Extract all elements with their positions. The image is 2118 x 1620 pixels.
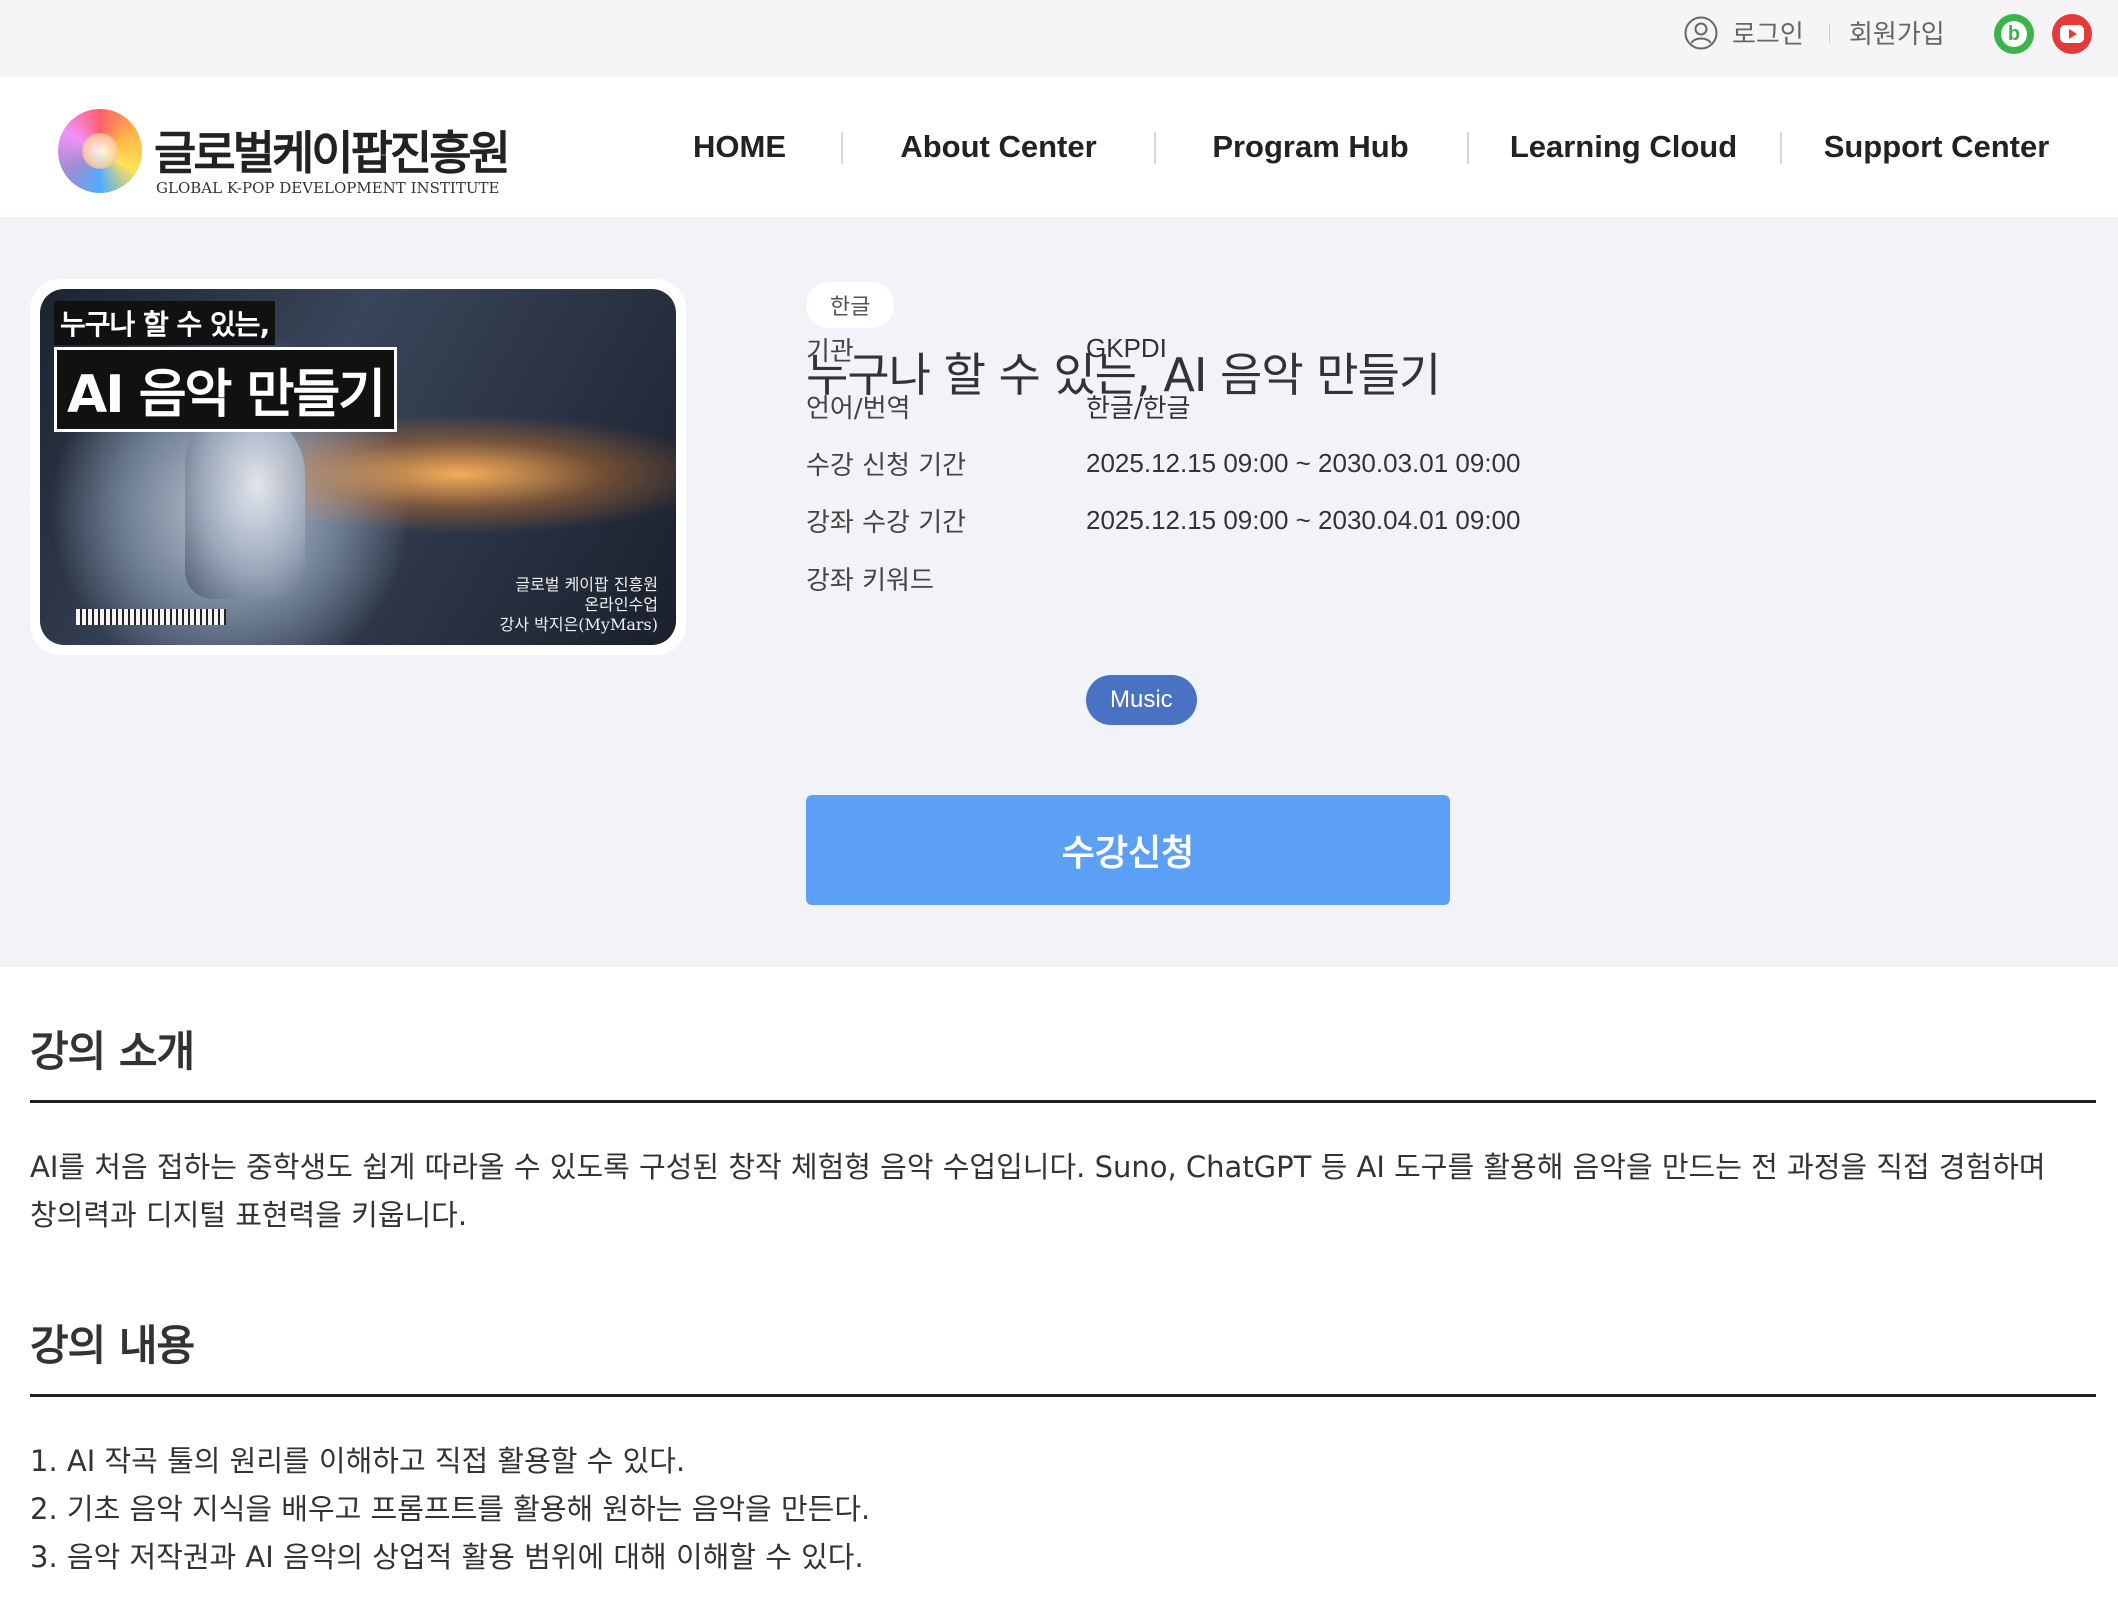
nav-learning-cloud[interactable]: Learning Cloud [1467,77,1780,217]
course-hero: 누구나 할 수 있는, AI 음악 만들기 글로벌 케이팝 진흥원 온라인수업 … [0,217,2118,967]
nav-support-center[interactable]: Support Center [1780,77,2093,217]
user-icon [1684,16,1718,49]
nav-program-hub[interactable]: Program Hub [1154,77,1467,217]
youtube-icon [2060,25,2084,43]
thumbnail-credit-line: 글로벌 케이팝 진흥원 [515,575,658,594]
signup-link[interactable]: 회원가입 [1849,0,1945,65]
content-list-item: 1. AI 작곡 툴의 원리를 이해하고 직접 활용할 수 있다. [30,1444,686,1478]
logo-mark-icon [58,109,142,193]
content-list-item: 3. 음악 저작권과 AI 음악의 상업적 활용 범위에 대해 이해할 수 있다… [30,1540,864,1574]
language-badge: 한글 [806,282,895,328]
thumbnail-piano [76,609,226,625]
info-value-enroll-period: 2025.12.15 09:00 ~ 2030.03.01 09:00 [1086,448,1521,478]
content-list-item: 2. 기초 음악 지식을 배우고 프롬프트를 활용해 원하는 음악을 만든다. [30,1492,871,1526]
thumbnail-figure [185,409,305,599]
signup-label: 회원가입 [1849,20,1945,50]
thumbnail-credit: 글로벌 케이팝 진흥원 온라인수업 강사 박지은(MyMars) [500,575,658,635]
login-label: 로그인 [1732,20,1804,50]
info-label-institution: 기관 [806,337,854,367]
course-thumbnail-card: 누구나 할 수 있는, AI 음악 만들기 글로벌 케이팝 진흥원 온라인수업 … [30,279,686,655]
thumbnail-title-line1: 누구나 할 수 있는, [54,301,276,345]
site-logo[interactable]: 글로벌케이팝진흥원 GLOBAL K-POP DEVELOPMENT INSTI… [58,95,511,199]
logo-text-en: GLOBAL K-POP DEVELOPMENT INSTITUTE [156,179,500,197]
section-divider [30,1394,2096,1397]
keyword-chip-music[interactable]: Music [1086,675,1197,725]
main-header: 글로벌케이팝진흥원 GLOBAL K-POP DEVELOPMENT INSTI… [0,77,2118,217]
section-body-content: 1. AI 작곡 툴의 원리를 이해하고 직접 활용할 수 있다. 2. 기초 … [30,1437,2096,1581]
section-body-intro: AI를 처음 접하는 중학생도 쉽게 따라올 수 있도록 구성된 창작 체험형 … [30,1143,2096,1239]
thumbnail-credit-line: 강사 박지은(MyMars) [499,615,658,634]
course-thumbnail: 누구나 할 수 있는, AI 음악 만들기 글로벌 케이팝 진흥원 온라인수업 … [40,289,676,645]
info-value-study-period: 2025.12.15 09:00 ~ 2030.04.01 09:00 [1086,505,1521,535]
info-value-language: 한글/한글 [1086,394,1191,424]
section-heading-intro: 강의 소개 [30,1027,195,1076]
blog-icon: b [2001,21,2027,47]
blog-link[interactable]: b [1994,14,2034,54]
youtube-link[interactable] [2052,14,2092,54]
login-link[interactable]: 로그인 [1684,0,1804,65]
nav-about-center[interactable]: About Center [842,77,1155,217]
apply-button[interactable]: 수강신청 [806,795,1450,905]
info-label-enroll-period: 수강 신청 기간 [806,451,967,481]
info-label-language: 언어/번역 [806,394,911,424]
logo-text-ko: 글로벌케이팝진흥원 [154,126,511,180]
utility-bar: 로그인 회원가입 b [0,0,2118,77]
section-heading-content: 강의 내용 [30,1321,195,1370]
thumbnail-title-line2: AI 음악 만들기 [54,347,397,432]
info-value-institution: GKPDI [1086,333,1167,363]
info-label-keyword: 강좌 키워드 [806,566,934,596]
utility-divider [1829,23,1830,43]
main-nav: HOME About Center Program Hub Learning C… [583,77,2118,217]
intro-text-line: AI를 처음 접하는 중학생도 쉽게 따라올 수 있도록 구성된 창작 체험형 … [30,1150,2046,1184]
section-divider [30,1100,2096,1103]
thumbnail-credit-line: 온라인수업 [584,595,658,614]
intro-text-line: 창의력과 디지털 표현력을 키웁니다. [30,1198,468,1232]
info-label-study-period: 강좌 수강 기간 [806,508,967,538]
